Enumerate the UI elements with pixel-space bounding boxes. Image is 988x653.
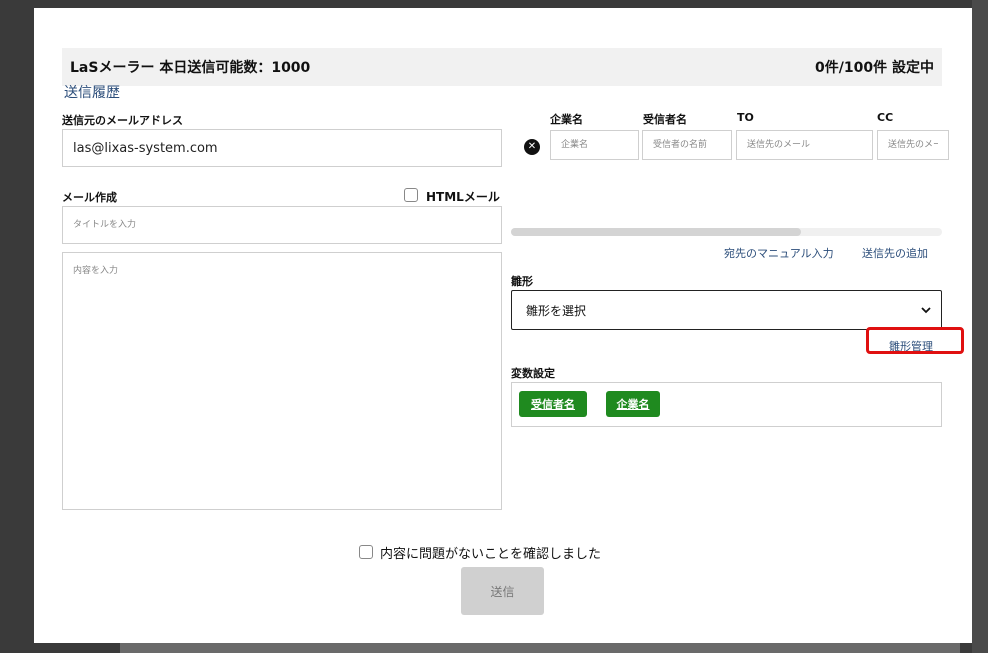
template-select[interactable]: 雛形を選択 [511, 290, 942, 330]
chevron-down-icon [921, 307, 931, 314]
send-count-status: 0件/100件 設定中 [815, 60, 934, 76]
send-history-link[interactable]: 送信履歴 [64, 82, 120, 102]
confirm-checkbox[interactable] [359, 545, 373, 559]
variable-tag-company-name[interactable]: 企業名 [606, 391, 660, 417]
template-select-value: 雛形を選択 [526, 303, 587, 318]
add-recipient-link[interactable]: 送信先の追加 [862, 245, 928, 261]
manual-input-link[interactable]: 宛先のマニュアル入力 [724, 245, 834, 261]
backdrop-right [972, 0, 988, 653]
confirm-label: 内容に問題がないことを確認しました [380, 547, 602, 562]
recipients-scrollbar-thumb[interactable] [511, 228, 801, 236]
variables-label: 変数設定 [511, 367, 555, 380]
template-label: 雛形 [511, 275, 533, 288]
recipient-name-input[interactable] [642, 130, 732, 160]
column-recipient-name: 受信者名 [643, 113, 687, 126]
sender-label: 送信元のメールアドレス [62, 114, 183, 127]
company-name-input[interactable] [550, 130, 639, 160]
mail-body-input[interactable] [62, 252, 502, 510]
column-to: TO [737, 111, 754, 124]
page-title: LaSメーラー 本日送信可能数：1000 [70, 60, 311, 76]
header-bar: LaSメーラー 本日送信可能数：1000 0件/100件 設定中 [62, 48, 942, 86]
cc-email-input[interactable] [877, 130, 949, 160]
variable-tag-recipient-name[interactable]: 受信者名 [519, 391, 587, 417]
compose-label: メール作成 [62, 191, 117, 204]
column-cc: CC [877, 111, 894, 124]
column-company: 企業名 [550, 113, 583, 126]
html-mail-label: HTMLメール [426, 190, 500, 204]
to-email-input[interactable] [736, 130, 873, 160]
highlight-annotation [866, 327, 964, 354]
send-button[interactable]: 送信 [461, 567, 544, 615]
mailer-modal: LaSメーラー 本日送信可能数：1000 0件/100件 設定中 送信履歴 送信… [34, 8, 972, 643]
mail-title-input[interactable] [62, 206, 502, 244]
sender-email-field[interactable] [62, 129, 502, 167]
html-mail-checkbox[interactable] [404, 188, 418, 202]
remove-row-icon[interactable]: ✕ [524, 139, 540, 155]
